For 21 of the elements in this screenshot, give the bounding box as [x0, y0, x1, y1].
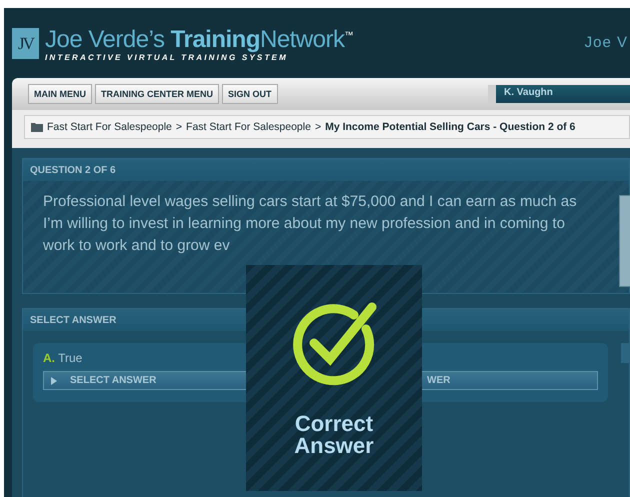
breadcrumb-link[interactable]: Fast Start For Salespeople	[186, 121, 311, 133]
logo-mark: JV	[12, 28, 39, 59]
folder-icon	[31, 122, 43, 132]
breadcrumb-link[interactable]: Fast Start For Salespeople	[47, 121, 172, 133]
nav-button[interactable]: TRAINING CENTER MENU	[95, 84, 219, 104]
result-text: Correct Answer	[294, 413, 374, 457]
scrollbar[interactable]	[621, 343, 630, 363]
nav-button[interactable]: MAIN MENU	[28, 84, 92, 104]
user-field: K. Vaughn	[488, 85, 630, 103]
breadcrumb-separator: >	[176, 121, 182, 133]
site-title: Joe Verde’s TrainingNetwork$^{™}$	[45, 25, 354, 54]
play-icon	[51, 376, 57, 384]
scrollbar[interactable]	[619, 195, 630, 287]
answer-label: A. True	[43, 351, 84, 365]
user-name: Joe V	[584, 34, 628, 51]
breadcrumb-link[interactable]: My Income Potential Selling Cars - Question 2 of 6	[325, 121, 576, 133]
breadcrumb-separator: >	[314, 121, 322, 133]
panel-header: QUESTION 2 OF 6	[23, 159, 629, 181]
nav-button[interactable]: SIGN OUT	[222, 84, 278, 104]
site-subtitle: INTERACTIVE VIRTUAL TRAINING SYSTEM	[45, 53, 289, 62]
question-text: Professional level wages selling cars start at $75,000 and I can earn as much as I’m willing to invest in learning more about my new profession and in coming to work to work and to grow ev	[42, 192, 578, 256]
